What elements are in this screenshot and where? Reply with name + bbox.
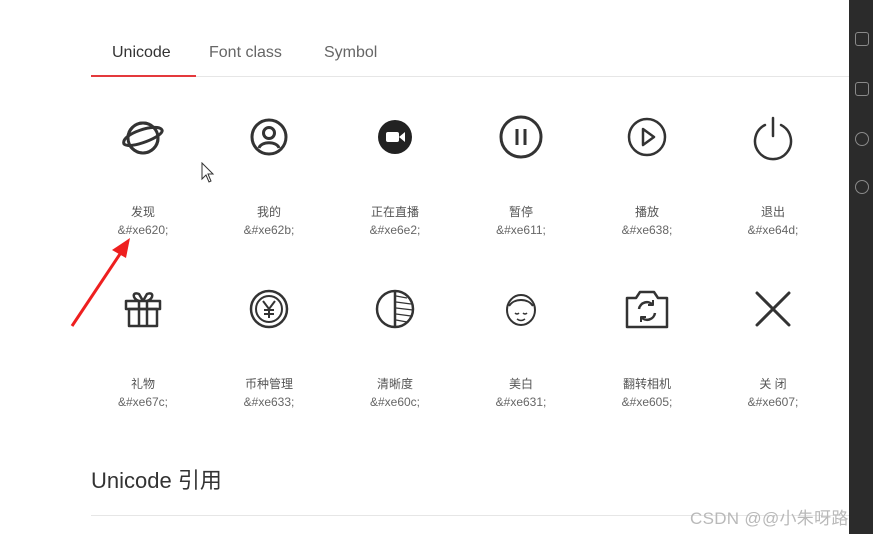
icon-code: &#xe62b; — [243, 223, 295, 237]
icon-item-currency[interactable]: 币种管理 &#xe633; — [206, 272, 332, 422]
user-circle-icon — [244, 112, 294, 162]
icon-code: &#xe620; — [117, 223, 169, 237]
gift-icon — [118, 284, 168, 334]
icon-code: &#xe605; — [621, 395, 673, 409]
icon-name: 退出 — [760, 205, 785, 219]
icon-code: &#xe631; — [495, 395, 547, 409]
panel-icon[interactable] — [855, 132, 869, 146]
live-camera-icon — [370, 112, 420, 162]
icon-code: &#xe64d; — [747, 223, 799, 237]
watermark: CSDN @@小朱呀路 — [690, 509, 849, 528]
play-icon — [622, 112, 672, 162]
icon-code: &#xe60c; — [369, 395, 421, 409]
icon-name: 清晰度 — [376, 377, 413, 391]
planet-icon — [118, 112, 168, 162]
icon-item-close[interactable]: 关 闭 &#xe607; — [710, 272, 836, 422]
mouse-cursor-icon — [201, 162, 215, 183]
icon-item-pause[interactable]: 暂停 &#xe611; — [458, 100, 584, 250]
icon-code: &#xe611; — [496, 223, 546, 237]
half-circle-icon — [370, 284, 420, 334]
tab-symbol[interactable]: Symbol — [324, 38, 377, 77]
section-title: Unicode 引用 — [91, 468, 222, 493]
icon-code: &#xe67c; — [117, 395, 169, 409]
icon-name: 暂停 — [508, 205, 533, 219]
icon-name: 币种管理 — [244, 377, 293, 391]
tab-unicode[interactable]: Unicode — [112, 38, 171, 77]
icon-code: &#xe607; — [747, 395, 799, 409]
active-tab-indicator — [91, 75, 196, 77]
icon-name: 播放 — [634, 205, 659, 219]
icon-name: 关 闭 — [759, 377, 787, 391]
tab-bar: Unicode Font class Symbol — [91, 38, 849, 77]
right-side-panel — [849, 0, 873, 534]
icon-name: 正在直播 — [370, 205, 419, 219]
icon-name: 我的 — [256, 205, 281, 219]
icon-name: 礼物 — [130, 377, 155, 391]
icon-item-live[interactable]: 正在直播 &#xe6e2; — [332, 100, 458, 250]
icon-item-mine[interactable]: 我的 &#xe62b; — [206, 100, 332, 250]
power-icon — [748, 112, 798, 162]
icon-name: 发现 — [130, 205, 155, 219]
panel-icon[interactable] — [855, 180, 869, 194]
close-icon — [748, 284, 798, 334]
icon-code: &#xe633; — [243, 395, 295, 409]
icon-item-exit[interactable]: 退出 &#xe64d; — [710, 100, 836, 250]
face-icon — [496, 284, 546, 334]
flip-camera-icon — [622, 284, 672, 334]
tab-font-class[interactable]: Font class — [209, 38, 282, 77]
panel-icon[interactable] — [855, 82, 869, 96]
icon-item-play[interactable]: 播放 &#xe638; — [584, 100, 710, 250]
icon-code: &#xe6e2; — [369, 223, 421, 237]
icon-item-flip-camera[interactable]: 翻转相机 &#xe605; — [584, 272, 710, 422]
icon-item-discover[interactable]: 发现 &#xe620; — [80, 100, 206, 250]
icon-item-gift[interactable]: 礼物 &#xe67c; — [80, 272, 206, 422]
pause-icon — [496, 112, 546, 162]
icon-item-clarity[interactable]: 清晰度 &#xe60c; — [332, 272, 458, 422]
icon-code: &#xe638; — [621, 223, 673, 237]
currency-yen-icon — [244, 284, 294, 334]
panel-icon[interactable] — [855, 32, 869, 46]
icon-item-whitening[interactable]: 美白 &#xe631; — [458, 272, 584, 422]
icon-name: 翻转相机 — [622, 377, 671, 391]
icon-name: 美白 — [508, 377, 533, 391]
